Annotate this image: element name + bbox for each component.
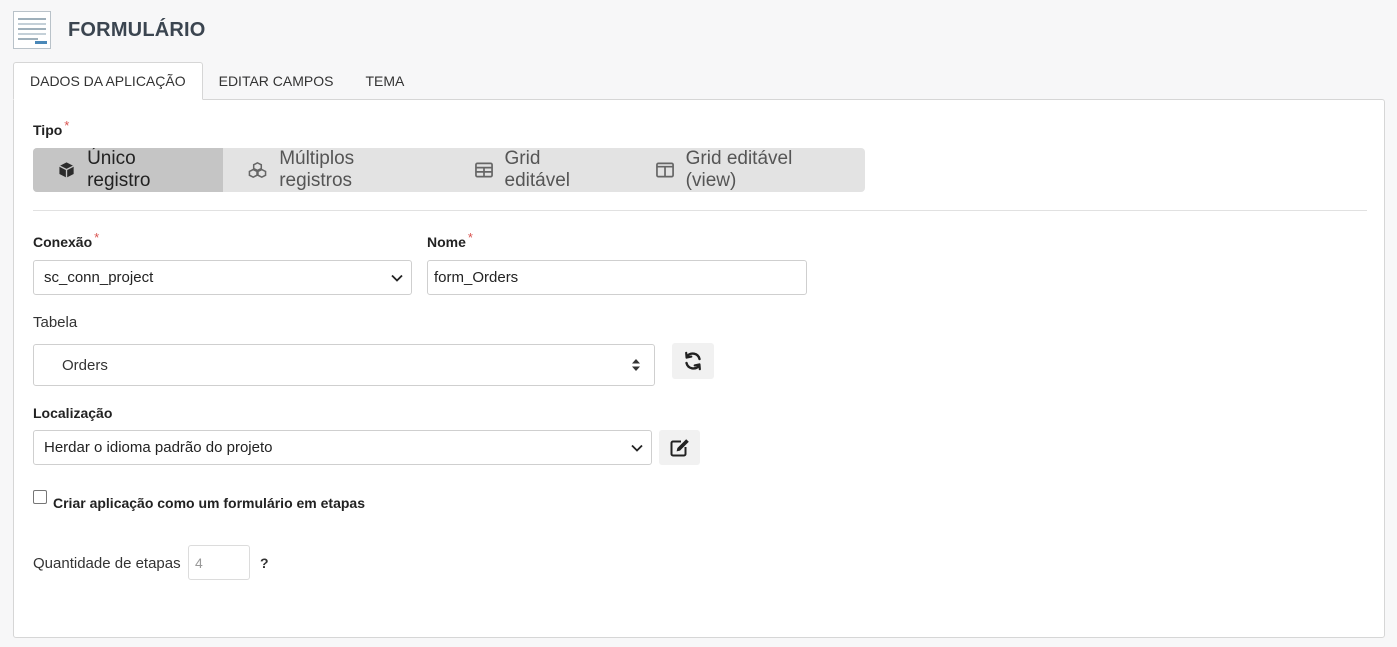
tipo-option-label: Grid editável (view) bbox=[685, 148, 793, 191]
required-mark: * bbox=[467, 230, 473, 245]
tipo-segmented-control: Único registro Múltiplos registros Grid … bbox=[33, 148, 865, 192]
settings-panel: Tipo * Único registro Múltiplos registros bbox=[13, 99, 1385, 638]
conexao-label: Conexão * bbox=[33, 230, 99, 250]
nome-label-text: Nome bbox=[427, 234, 466, 250]
refresh-table-button[interactable] bbox=[672, 343, 714, 379]
nome-input-value: form_Orders bbox=[434, 269, 519, 286]
required-mark: * bbox=[64, 118, 70, 133]
conexao-label-text: Conexão bbox=[33, 234, 93, 250]
tipo-label: Tipo * bbox=[33, 118, 69, 138]
conexao-select[interactable]: sc_conn_project bbox=[33, 260, 412, 295]
page-header: FORMULÁRIO bbox=[13, 10, 206, 50]
edit-localizacao-button[interactable] bbox=[659, 430, 700, 465]
tipo-option-label: Único registro bbox=[87, 148, 151, 191]
refresh-icon bbox=[685, 351, 701, 371]
tab-editar-campos[interactable]: EDITAR CAMPOS bbox=[203, 62, 350, 100]
tabela-label: Tabela bbox=[33, 314, 78, 331]
tab-tema[interactable]: TEMA bbox=[349, 62, 420, 100]
tipo-option-multiplos-registros[interactable]: Múltiplos registros bbox=[223, 148, 449, 192]
columns-icon bbox=[655, 162, 674, 178]
cube-icon bbox=[59, 162, 74, 178]
chevron-down-icon bbox=[391, 274, 403, 282]
tab-dados-da-aplicacao[interactable]: DADOS DA APLICAÇÃO bbox=[13, 62, 203, 100]
help-icon[interactable]: ? bbox=[260, 555, 269, 571]
localizacao-select-value: Herdar o idioma padrão do projeto bbox=[44, 439, 273, 456]
edit-icon bbox=[670, 439, 689, 457]
conexao-select-value: sc_conn_project bbox=[44, 269, 154, 286]
nome-label: Nome * bbox=[427, 230, 473, 250]
tipo-option-label: Grid editável bbox=[504, 148, 571, 191]
tipo-option-grid-editavel[interactable]: Grid editável bbox=[450, 148, 631, 192]
tabela-select-value: Orders bbox=[62, 356, 108, 374]
form-document-icon bbox=[13, 11, 51, 49]
localizacao-label: Localização bbox=[33, 405, 113, 421]
tipo-option-unico-registro[interactable]: Único registro bbox=[33, 148, 224, 192]
nome-input[interactable]: form_Orders bbox=[427, 260, 807, 295]
etapas-checkbox-label: Criar aplicação como um formulário em et… bbox=[53, 495, 365, 511]
required-mark: * bbox=[94, 230, 100, 245]
quantidade-etapas-value: 4 bbox=[195, 554, 203, 571]
quantidade-etapas-input[interactable]: 4 bbox=[188, 545, 250, 580]
chevron-down-icon bbox=[631, 444, 643, 452]
quantidade-etapas-label: Quantidade de etapas bbox=[33, 555, 181, 572]
cubes-icon bbox=[248, 162, 267, 178]
section-divider bbox=[33, 210, 1367, 211]
tipo-option-grid-editavel-view[interactable]: Grid editável (view) bbox=[631, 148, 865, 192]
tab-bar: DADOS DA APLICAÇÃO EDITAR CAMPOS TEMA bbox=[13, 62, 420, 100]
etapas-checkbox[interactable] bbox=[33, 490, 47, 504]
table-icon bbox=[474, 162, 493, 178]
sort-arrows-icon bbox=[632, 359, 640, 371]
page-title: FORMULÁRIO bbox=[68, 18, 206, 41]
localizacao-select[interactable]: Herdar o idioma padrão do projeto bbox=[33, 430, 652, 465]
tipo-option-label: Múltiplos registros bbox=[279, 148, 355, 191]
tipo-label-text: Tipo bbox=[33, 122, 63, 138]
tabela-select[interactable]: Orders bbox=[33, 344, 655, 386]
